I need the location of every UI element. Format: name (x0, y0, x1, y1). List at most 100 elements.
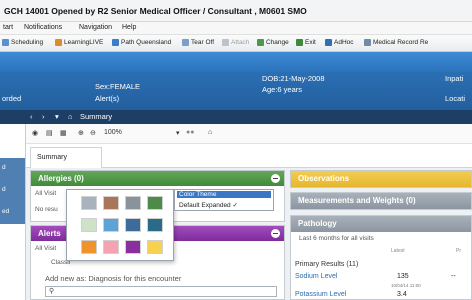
pathology-header: Pathology (291, 216, 471, 232)
pathology-col-latest: Latest (391, 248, 405, 254)
collapse-icon[interactable] (271, 229, 280, 238)
pathology-title: Pathology (298, 219, 337, 228)
banner-strip (0, 52, 472, 72)
attach-icon (222, 39, 229, 46)
search-icon: ⚲ (49, 288, 55, 295)
change-label: Change (266, 39, 289, 46)
tab-row: Summary (26, 144, 472, 168)
color-swatch[interactable] (147, 218, 163, 232)
menu-item-navigation[interactable]: Navigation (79, 24, 112, 31)
pathology-result-name[interactable]: Potassium Level (295, 291, 346, 298)
menu-item-notifications[interactable]: Notifications (24, 24, 62, 31)
color-swatch[interactable] (81, 240, 97, 254)
pathology-result-name[interactable]: Sodium Level (295, 273, 337, 280)
color-swatch[interactable] (125, 240, 141, 254)
learninglive-label: LearningLIVE (64, 39, 104, 46)
change-icon (257, 39, 264, 46)
pathology-section-primary[interactable]: Primary Results (11) (295, 261, 358, 268)
tear-off-icon (182, 39, 189, 46)
left-nav-label: d (2, 186, 6, 193)
pathology-col-previous: Pr (456, 248, 461, 254)
adhoc-icon (325, 39, 332, 46)
color-swatch[interactable] (125, 196, 141, 210)
print-icon[interactable]: ▤ (46, 129, 53, 137)
color-swatch[interactable] (147, 240, 163, 254)
measurements-panel: Measurements and Weights (0) (290, 192, 472, 210)
toolbar-path-queensland[interactable]: Path Queensland (112, 39, 171, 46)
toolbar-exit[interactable]: Exit (296, 39, 316, 46)
patient-dob: DOB:21-May-2008 (262, 74, 325, 83)
color-swatch[interactable] (103, 240, 119, 254)
toolbar-attach[interactable]: Attach (222, 39, 249, 46)
toolbar-learninglive[interactable]: LearningLIVE (55, 39, 103, 46)
toolbar-medical-record[interactable]: Medical Record Re (364, 39, 428, 46)
pathology-panel: Pathology Last 6 months for all visits L… (290, 215, 472, 300)
measurements-header: Measurements and Weights (0) (291, 193, 471, 209)
toolbar-adhoc[interactable]: AdHoc (325, 39, 354, 46)
allergies-header: Allergies (0) (31, 171, 284, 186)
forward-icon[interactable]: › (42, 112, 45, 121)
color-swatch[interactable] (147, 196, 163, 210)
pathology-result-value: 3.4 (397, 291, 407, 298)
window-title: GCH 14001 Opened by R2 Senior Medical Of… (4, 6, 307, 16)
color-swatch[interactable] (81, 218, 97, 232)
zoom-level[interactable]: 100% (104, 129, 122, 136)
panel-options-menu: Color Theme Default Expanded ✓ (174, 189, 274, 211)
zoom-in-icon[interactable]: ⊕ (78, 129, 84, 137)
pathology-result-value: 135 (397, 273, 409, 280)
patient-alerts-link[interactable]: Alert(s) (95, 94, 119, 103)
circle-icon[interactable]: ●● (186, 129, 194, 136)
medical-record-icon (364, 39, 371, 46)
back-icon[interactable]: ‹ (30, 112, 33, 121)
page-icon[interactable]: ▦ (60, 129, 67, 137)
home-icon[interactable]: ⌂ (68, 112, 73, 121)
zoom-dropdown-icon[interactable]: ▾ (176, 129, 180, 137)
measurements-title: Measurements and Weights (0) (298, 196, 416, 205)
collapse-icon[interactable] (271, 174, 280, 183)
color-swatch[interactable] (103, 218, 119, 232)
left-nav-label: ed (2, 208, 10, 215)
toolbar-scheduling[interactable]: Scheduling (2, 39, 43, 46)
alerts-add-new: Add new as: Diagnosis for this encounter (45, 274, 182, 283)
banner-left-label: orded (2, 94, 22, 103)
allergies-all-visits[interactable]: All Visit (35, 190, 56, 197)
calendar-icon (2, 39, 9, 46)
observations-title: Observations (298, 174, 350, 183)
toolbar-change[interactable]: Change (257, 39, 289, 46)
color-swatch[interactable] (125, 218, 141, 232)
pathology-result-prev: -- (451, 273, 456, 280)
menu-item-start[interactable]: tart (3, 24, 13, 31)
diagnosis-search-input[interactable]: ⚲ (45, 286, 277, 297)
left-nav-strip: d d ed (0, 124, 26, 300)
binoculars-icon[interactable]: ◉ (32, 129, 38, 137)
color-theme-palette (66, 189, 174, 261)
pathology-subtitle: Last 6 months for all visits (299, 235, 374, 242)
allergies-title: Allergies (0) (38, 174, 84, 183)
zoom-out-icon[interactable]: ⊖ (90, 129, 96, 137)
app-toolbar: Scheduling LearningLIVE Path Queensland … (0, 35, 472, 52)
nav-dropdown-icon[interactable]: ▾ (55, 112, 59, 121)
tab-summary[interactable]: Summary (30, 147, 102, 168)
attach-label: Attach (231, 39, 250, 46)
patient-age: Age:6 years (262, 85, 303, 94)
menu-item-help[interactable]: Help (122, 24, 136, 31)
alerts-title: Alerts (38, 229, 61, 238)
left-nav-item[interactable]: d (0, 158, 25, 180)
toolbar-tear-off[interactable]: Tear Off (182, 39, 214, 46)
alerts-all-visits[interactable]: All Visit (35, 245, 56, 252)
pathology-result-date: 10/04/14 11:00 (391, 283, 421, 288)
left-nav-item[interactable]: d (0, 180, 25, 202)
path-icon (112, 39, 119, 46)
patient-banner: orded Sex:FEMALE Alert(s) DOB:21-May-200… (0, 72, 472, 110)
left-nav-item[interactable]: ed (0, 202, 25, 224)
observations-panel: Observations (290, 170, 472, 188)
color-swatch[interactable] (103, 196, 119, 210)
adhoc-label: AdHoc (334, 39, 354, 46)
home-page-icon[interactable]: ⌂ (208, 129, 212, 136)
content-toolbar: ◉ ▤ ▦ ⊕ ⊖ 100% ▾ ●● ⌂ (26, 124, 472, 144)
menu-item-color-theme[interactable]: Color Theme (177, 191, 271, 198)
scheduling-label: Scheduling (11, 39, 44, 46)
menu-item-default-expanded[interactable]: Default Expanded ✓ (177, 201, 240, 209)
color-swatch[interactable] (81, 196, 97, 210)
page-title: Summary (80, 112, 113, 121)
